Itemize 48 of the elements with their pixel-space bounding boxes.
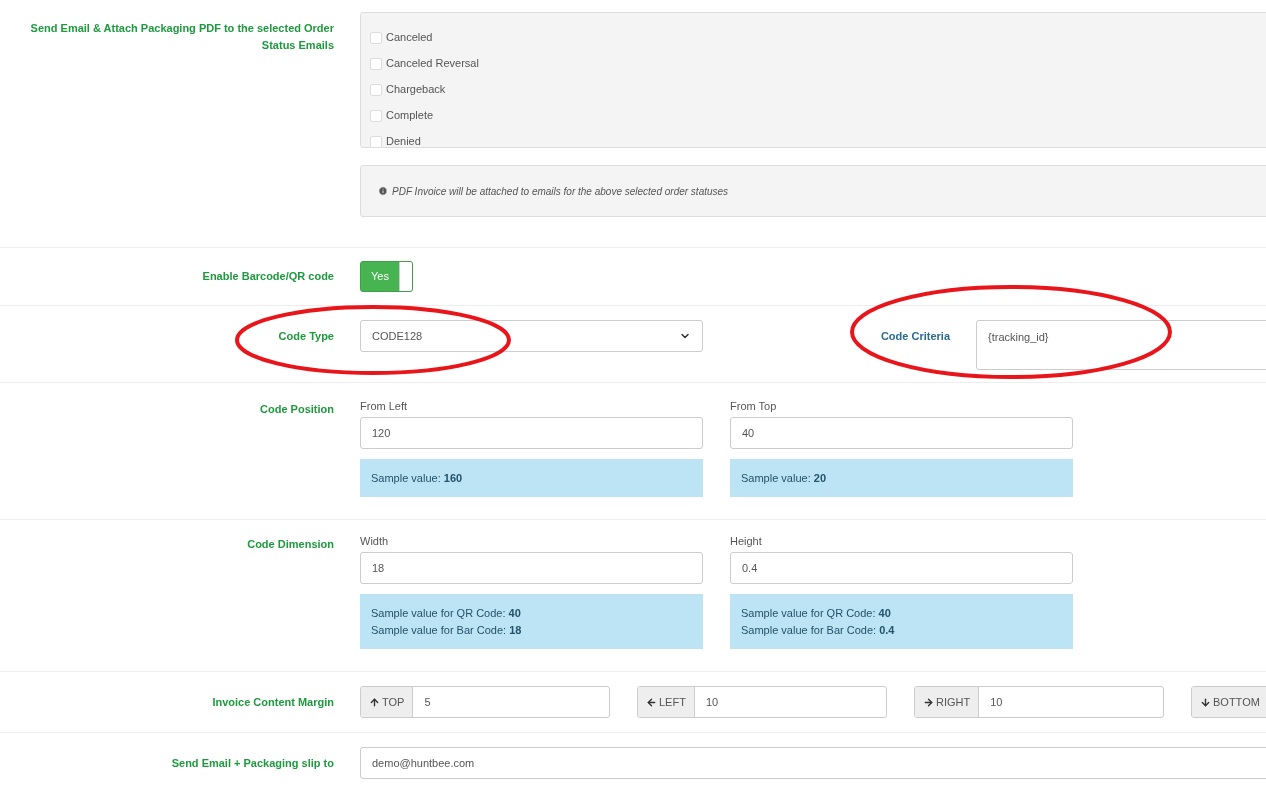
field-label: From Left bbox=[360, 399, 409, 413]
field-label: Width bbox=[360, 534, 390, 548]
hint-text: Sample value: 20 bbox=[741, 471, 827, 485]
hint-text: Sample value for QR Code: 40 bbox=[741, 606, 892, 620]
checkbox[interactable] bbox=[370, 83, 382, 96]
input-value: 10 bbox=[989, 694, 1004, 710]
input-group[interactable]: RIGHT 10 bbox=[914, 686, 1164, 718]
arrow-left-icon bbox=[646, 696, 657, 708]
field-label: Code Type bbox=[278, 329, 334, 344]
hint-text: Sample value for Bar Code: 18 bbox=[371, 623, 523, 637]
text-input[interactable]: 40 bbox=[730, 417, 1073, 449]
field-label: Send Email + Packaging slip to bbox=[171, 755, 334, 771]
field-label: Invoice Content Margin bbox=[212, 694, 334, 710]
field-label: Height bbox=[730, 534, 763, 548]
field-label: From Top bbox=[730, 399, 778, 413]
text-input[interactable]: 120 bbox=[360, 417, 703, 449]
hint-text: Sample value: 160 bbox=[371, 471, 464, 485]
input-value: 5 bbox=[423, 694, 432, 710]
checkbox[interactable] bbox=[370, 57, 382, 70]
field-label: Code Position bbox=[260, 402, 334, 417]
info-text: PDF Invoice will be attached to emails for the above selected order statuses bbox=[392, 184, 729, 199]
text-area[interactable]: {tracking_id} bbox=[976, 320, 1266, 370]
input-value: 10 bbox=[704, 694, 720, 710]
hint-text: Sample value for Bar Code: 0.4 bbox=[741, 623, 896, 637]
input-group[interactable]: TOP 5 bbox=[360, 686, 610, 718]
checkbox-label: Complete bbox=[386, 108, 434, 124]
checkbox-label: Canceled bbox=[386, 30, 433, 46]
checkbox-label: Denied bbox=[386, 134, 421, 147]
field-label: Code Criteria bbox=[880, 329, 950, 344]
arrow-down-icon bbox=[1200, 696, 1211, 708]
checkbox-label: Chargeback bbox=[386, 82, 446, 98]
input-group[interactable]: LEFT 10 bbox=[637, 686, 887, 718]
field-label: Send Email & Attach Packaging PDF to the selected Order Status Emails bbox=[29, 21, 334, 53]
text-input[interactable]: 18 bbox=[360, 552, 703, 584]
checkbox[interactable] bbox=[370, 109, 382, 122]
arrow-up-icon bbox=[369, 696, 380, 708]
checkbox[interactable] bbox=[370, 135, 382, 147]
email-input[interactable]: demo@huntbee.com bbox=[360, 747, 1266, 779]
text-input[interactable]: 0.4 bbox=[730, 552, 1073, 584]
hint-text: Sample value for QR Code: 40 bbox=[371, 606, 522, 620]
input-group[interactable]: BOTTOM bbox=[1191, 686, 1266, 718]
checkbox-label: Canceled Reversal bbox=[386, 56, 479, 72]
arrow-right-icon bbox=[923, 696, 934, 708]
select-dropdown[interactable]: CODE128 bbox=[360, 320, 703, 352]
checkbox[interactable] bbox=[370, 31, 382, 44]
field-label: Enable Barcode/QR code bbox=[202, 269, 334, 284]
field-label: Code Dimension bbox=[247, 537, 334, 552]
info-icon bbox=[378, 186, 388, 196]
